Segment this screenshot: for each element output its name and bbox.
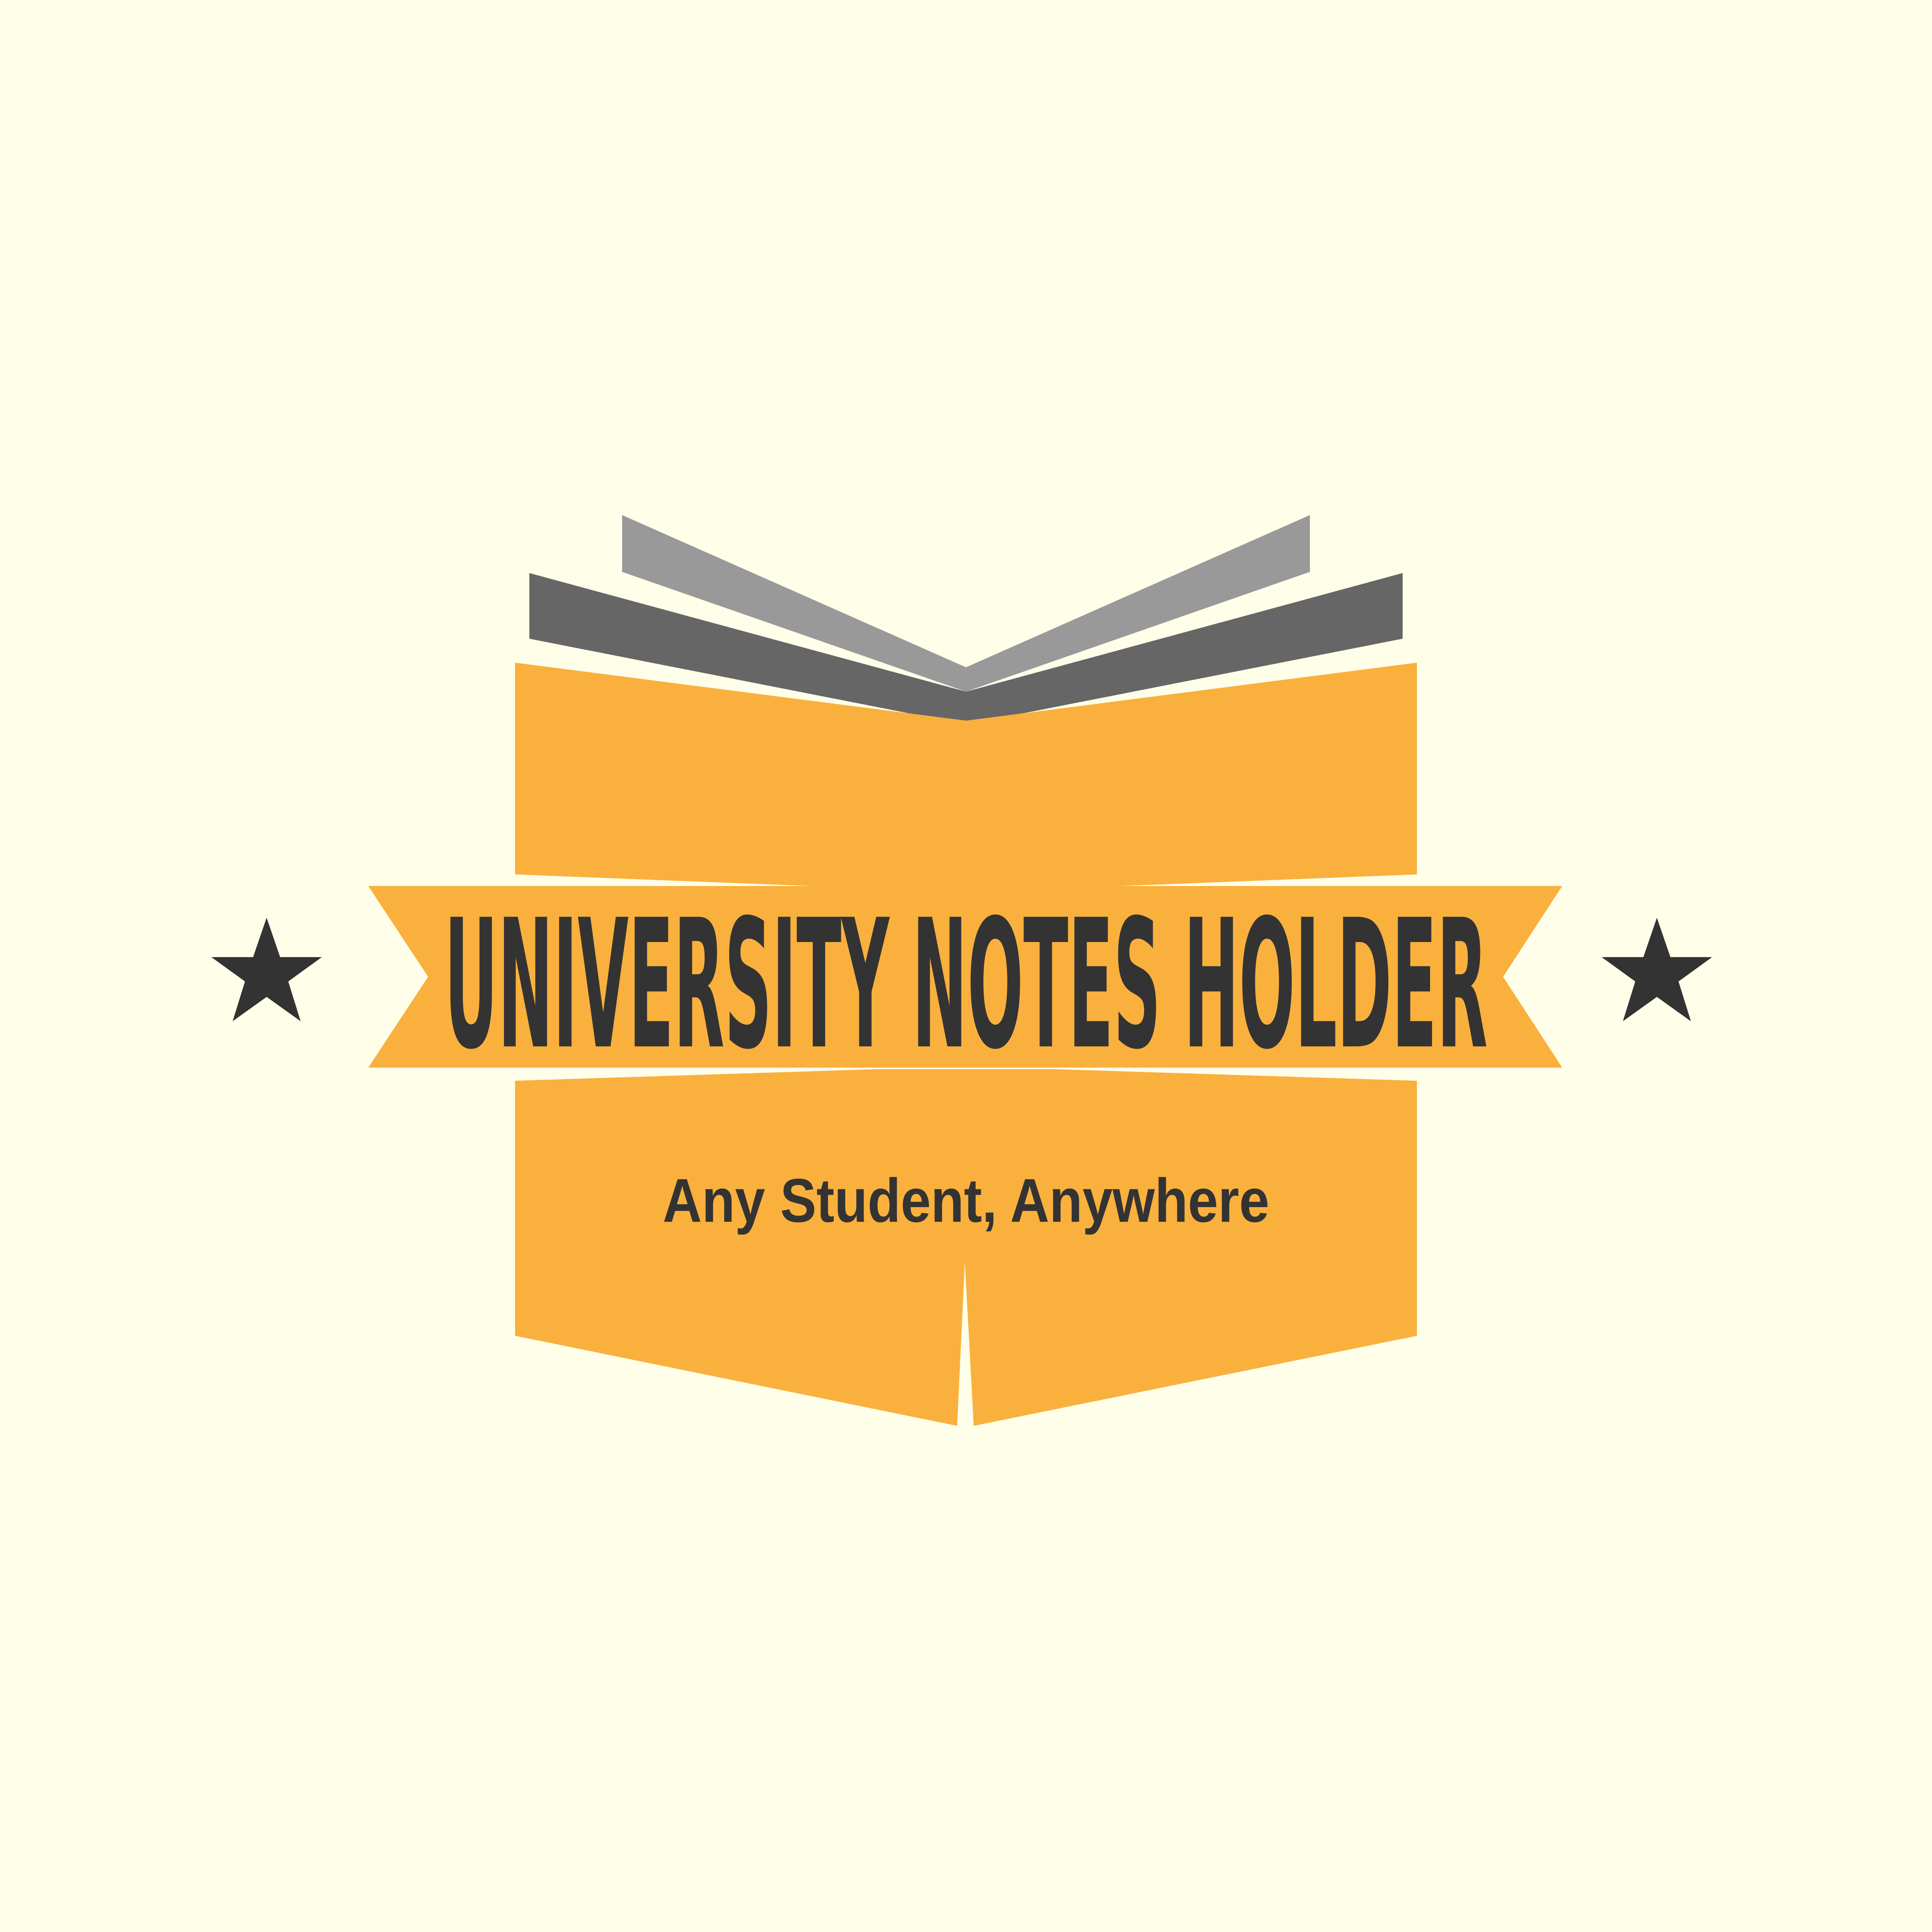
logo-tagline: Any Student, Anywhere	[663, 1166, 1269, 1235]
book-cover-bottom	[515, 1069, 1417, 1426]
star-icon	[1602, 918, 1712, 1021]
logo-title: UNIVERSITY NOTES HOLDER	[444, 882, 1488, 1088]
logo-graphic: UNIVERSITY NOTES HOLDER Any Student, Any…	[211, 515, 1712, 1426]
star-icon	[211, 918, 322, 1021]
logo-canvas: UNIVERSITY NOTES HOLDER Any Student, Any…	[0, 0, 1932, 1932]
